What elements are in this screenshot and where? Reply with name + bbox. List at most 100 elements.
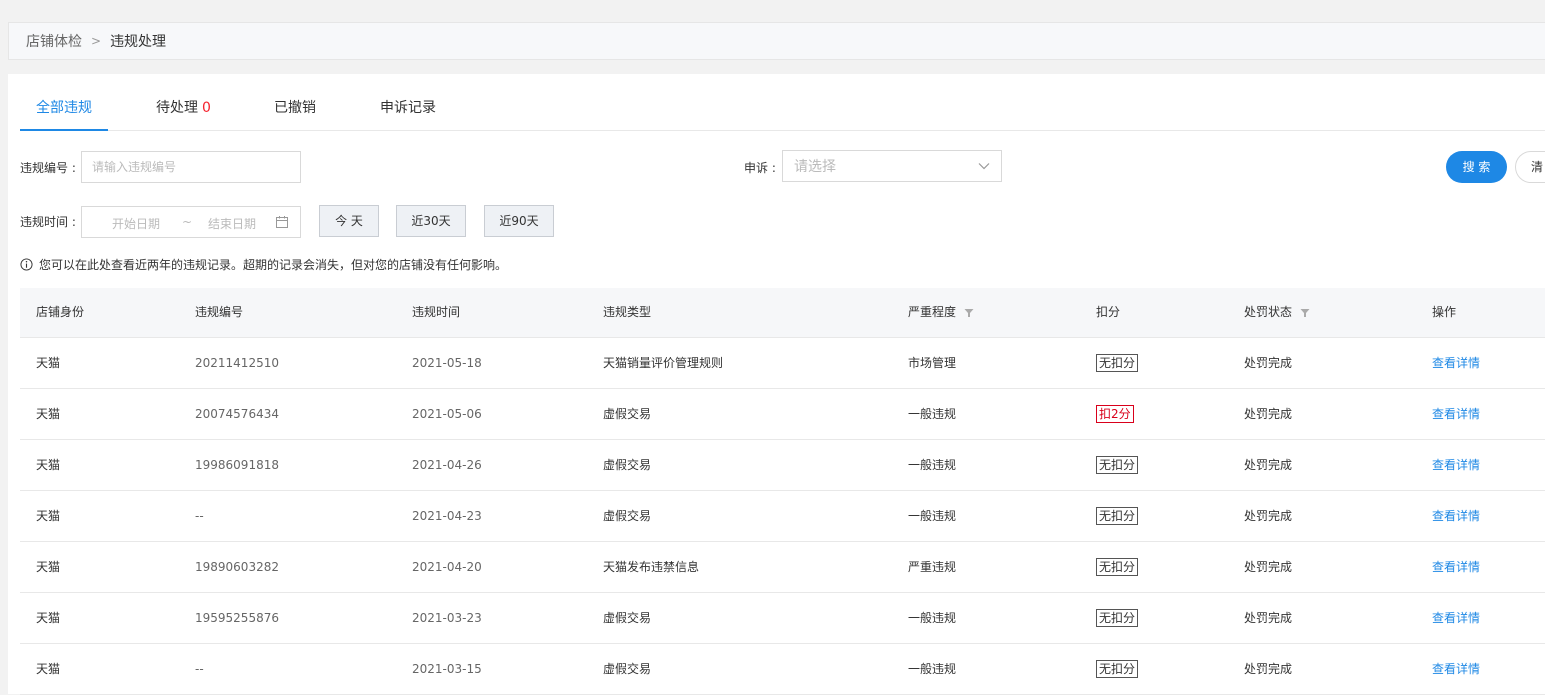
date-separator: ~ (182, 215, 193, 229)
appeal-label: 申诉 : (744, 161, 776, 175)
clear-button[interactable]: 清 (1515, 151, 1545, 183)
cell-violation-type: 虚假交易 (603, 458, 652, 472)
cell-shop: 天猫 (36, 356, 61, 370)
cell-violation-no: 20211412510 (195, 356, 279, 370)
column-header-deduct: 扣分 (1096, 305, 1121, 319)
deduct-badge: 无扣分 (1096, 558, 1139, 576)
tab-revoked[interactable]: 已撤销 (274, 89, 316, 129)
notice-text: 您可以在此处查看近两年的违规记录。超期的记录会消失，但对您的店铺没有任何影响。 (39, 258, 508, 272)
breadcrumb: 店铺体检 > 违规处理 (8, 22, 1545, 60)
table-row: 天猫 19595255876 2021-03-23 虚假交易 一般违规 无扣分 … (20, 593, 1545, 644)
deduct-badge: 无扣分 (1096, 456, 1139, 474)
violation-no-label: 违规编号 : (20, 161, 76, 175)
cell-shop: 天猫 (36, 509, 61, 523)
cell-severity: 严重违规 (908, 560, 957, 574)
cell-violation-no: 19986091818 (195, 458, 279, 472)
tab-label: 已撤销 (274, 100, 316, 116)
end-date-input[interactable]: 结束日期 (208, 215, 256, 232)
breadcrumb-parent[interactable]: 店铺体检 (26, 31, 82, 51)
view-details-link[interactable]: 查看详情 (1432, 644, 1480, 694)
column-header-action: 操作 (1432, 305, 1457, 319)
column-header-shop: 店铺身份 (36, 305, 85, 319)
table-row: 天猫 20211412510 2021-05-18 天猫销量评价管理规则 市场管… (20, 338, 1545, 389)
cell-violation-type: 虚假交易 (603, 509, 652, 523)
cell-violation-time: 2021-03-15 (412, 662, 482, 676)
cell-violation-type: 天猫销量评价管理规则 (603, 356, 724, 370)
cell-violation-time: 2021-04-20 (412, 560, 482, 574)
table-row: 天猫 19986091818 2021-04-26 虚假交易 一般违规 无扣分 … (20, 440, 1545, 491)
cell-violation-time: 2021-05-18 (412, 356, 482, 370)
cell-violation-type: 虚假交易 (603, 662, 652, 676)
violation-time-label: 违规时间 : (20, 215, 76, 229)
cell-violation-time: 2021-04-26 (412, 458, 482, 472)
tab-label: 申诉记录 (380, 100, 436, 116)
cell-shop: 天猫 (36, 407, 61, 421)
column-header-severity: 严重程度 (908, 288, 974, 337)
tab-appeal-records[interactable]: 申诉记录 (380, 89, 436, 129)
tab-bar: 全部违规 待处理 0 已撤销 申诉记录 (20, 89, 1545, 131)
search-button[interactable]: 搜 索 (1446, 151, 1507, 183)
filter-icon[interactable] (1300, 308, 1310, 318)
column-header-violation-no: 违规编号 (195, 305, 244, 319)
cell-violation-no: 19595255876 (195, 611, 279, 625)
view-details-link[interactable]: 查看详情 (1432, 338, 1480, 388)
column-header-violation-time: 违规时间 (412, 305, 461, 319)
deduct-badge: 无扣分 (1096, 507, 1139, 525)
start-date-input[interactable]: 开始日期 (112, 215, 160, 232)
view-details-link[interactable]: 查看详情 (1432, 593, 1480, 643)
tab-pending[interactable]: 待处理 0 (156, 89, 211, 129)
view-details-link[interactable]: 查看详情 (1432, 440, 1480, 490)
breadcrumb-current: 违规处理 (110, 34, 167, 50)
cell-status: 处罚完成 (1244, 356, 1293, 370)
info-circle-icon (20, 258, 33, 271)
quick-30-days-button[interactable]: 近30天 (396, 205, 466, 237)
column-header-status-label: 处罚状态 (1244, 305, 1293, 319)
appeal-select[interactable]: 请选择 (782, 150, 1002, 182)
cell-severity: 一般违规 (908, 611, 957, 625)
cell-status: 处罚完成 (1244, 611, 1293, 625)
view-details-link[interactable]: 查看详情 (1432, 389, 1480, 439)
violation-no-input[interactable] (81, 151, 301, 183)
cell-shop: 天猫 (36, 458, 61, 472)
cell-severity: 市场管理 (908, 356, 957, 370)
tab-label: 全部违规 (36, 100, 92, 116)
view-details-link[interactable]: 查看详情 (1432, 491, 1480, 541)
date-range-picker[interactable]: 开始日期 ~ 结束日期 (81, 206, 301, 238)
filter-icon[interactable] (964, 308, 974, 318)
appeal-select-placeholder: 请选择 (794, 159, 836, 175)
cell-violation-no: -- (195, 509, 204, 523)
table-row: 天猫 20074576434 2021-05-06 虚假交易 一般违规 扣2分 … (20, 389, 1545, 440)
cell-status: 处罚完成 (1244, 560, 1293, 574)
breadcrumb-separator: > (91, 34, 102, 48)
cell-violation-type: 虚假交易 (603, 407, 652, 421)
cell-shop: 天猫 (36, 560, 61, 574)
quick-90-days-button[interactable]: 近90天 (484, 205, 554, 237)
cell-severity: 一般违规 (908, 662, 957, 676)
deduct-badge: 无扣分 (1096, 609, 1139, 627)
cell-severity: 一般违规 (908, 458, 957, 472)
tab-label: 待处理 (156, 100, 198, 116)
cell-violation-no: -- (195, 662, 204, 676)
table-row: 天猫 19890603282 2021-04-20 天猫发布违禁信息 严重违规 … (20, 542, 1545, 593)
cell-shop: 天猫 (36, 662, 61, 676)
cell-violation-no: 20074576434 (195, 407, 279, 421)
cell-violation-type: 虚假交易 (603, 611, 652, 625)
cell-violation-no: 19890603282 (195, 560, 279, 574)
main-panel: 全部违规 待处理0 已撤销 申诉记录 违规编号 : 申诉 : 请选择 搜 索 清… (8, 74, 1545, 695)
quick-today-button[interactable]: 今 天 (319, 205, 379, 237)
cell-severity: 一般违规 (908, 407, 957, 421)
notice: 您可以在此处查看近两年的违规记录。超期的记录会消失，但对您的店铺没有任何影响。 (20, 256, 507, 273)
tab-pending-count: 0 (202, 100, 211, 116)
deduct-badge: 无扣分 (1096, 660, 1139, 678)
cell-violation-time: 2021-05-06 (412, 407, 482, 421)
cell-violation-type: 天猫发布违禁信息 (603, 560, 700, 574)
column-header-status: 处罚状态 (1244, 288, 1310, 337)
tab-all-violations[interactable]: 全部违规 (20, 89, 108, 131)
chevron-down-icon (978, 163, 990, 170)
cell-status: 处罚完成 (1244, 407, 1293, 421)
view-details-link[interactable]: 查看详情 (1432, 542, 1480, 592)
cell-violation-time: 2021-03-23 (412, 611, 482, 625)
cell-status: 处罚完成 (1244, 662, 1293, 676)
column-header-severity-label: 严重程度 (908, 305, 957, 319)
column-header-violation-type: 违规类型 (603, 305, 652, 319)
